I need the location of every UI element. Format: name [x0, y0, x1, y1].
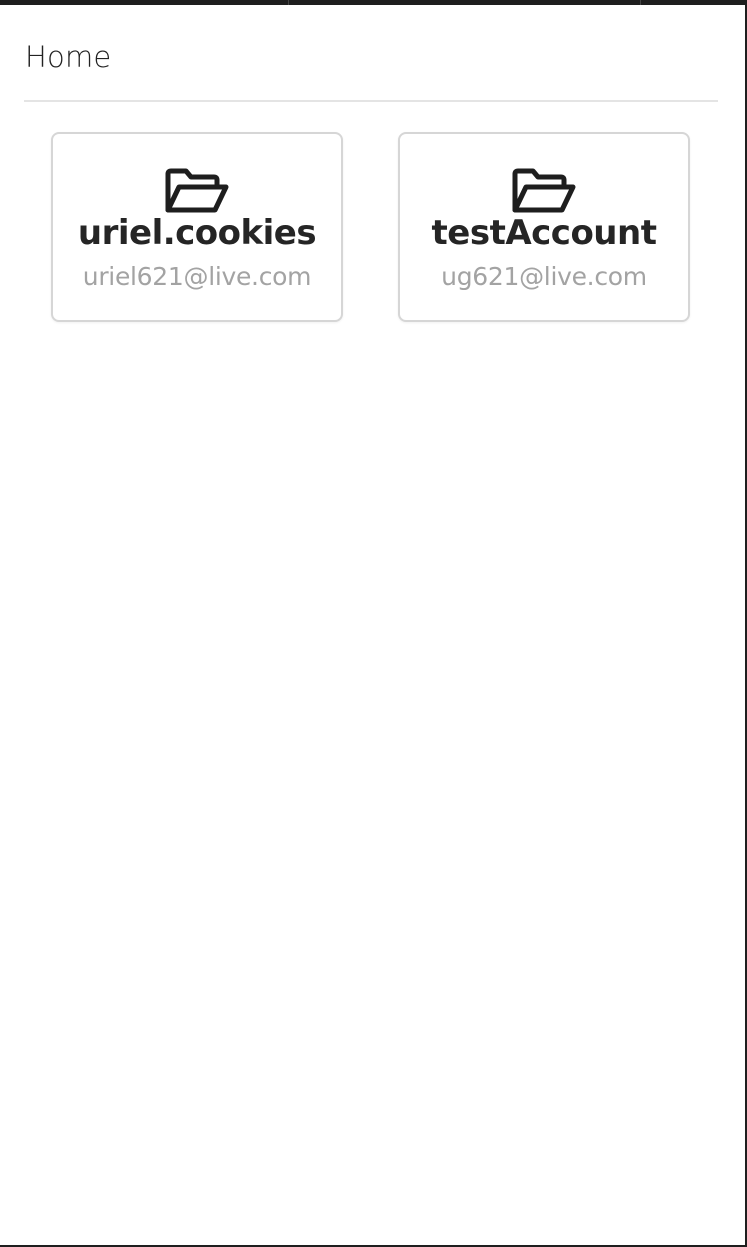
folder-open-icon [165, 168, 229, 213]
account-card-uriel-cookies[interactable]: uriel.cookies uriel621@live.com [51, 132, 343, 322]
folder-open-icon [512, 168, 576, 213]
account-email: ug621@live.com [441, 262, 647, 291]
top-bar-divider [288, 0, 289, 5]
account-name: uriel.cookies [77, 213, 317, 253]
title-divider [24, 100, 718, 102]
account-email: uriel621@live.com [82, 262, 312, 291]
window-top-bar [0, 0, 747, 5]
account-card-testaccount[interactable]: testAccount ug621@live.com [398, 132, 690, 322]
account-name: testAccount [431, 213, 657, 253]
top-bar-divider [640, 0, 641, 5]
app-frame: Home uriel.cookies uriel621@live.com tes… [0, 0, 747, 1247]
page-title: Home [25, 40, 112, 74]
